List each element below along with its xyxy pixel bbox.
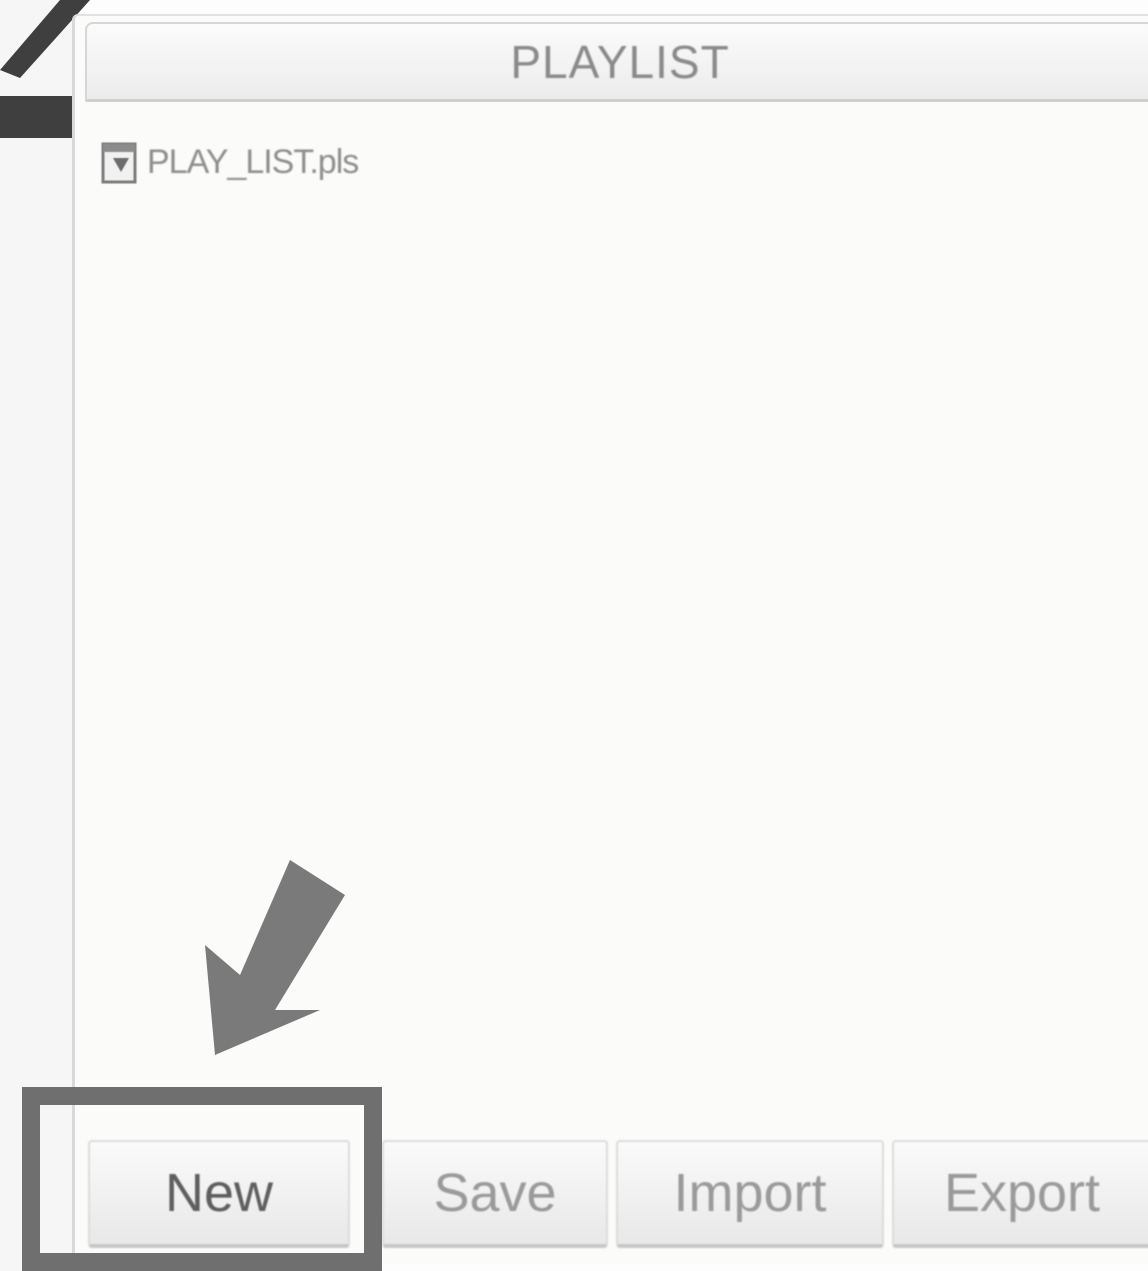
playlist-panel: PLAYLIST PLAY_LIST.pls <box>72 14 1148 1264</box>
playlist-screen: PLAYLIST PLAY_LIST.pls New Save Import E… <box>0 0 1148 1271</box>
playlist-list[interactable]: PLAY_LIST.pls <box>85 110 1148 1130</box>
playlist-button-bar: New Save Import Export <box>88 1140 1148 1260</box>
left-background-strip <box>0 0 80 1271</box>
playlist-title: PLAYLIST <box>510 35 730 88</box>
playlist-file-name: PLAY_LIST.pls <box>147 142 359 181</box>
button-divider <box>368 1146 370 1246</box>
list-item[interactable]: PLAY_LIST.pls <box>99 138 359 186</box>
playlist-file-icon <box>99 138 143 186</box>
import-button[interactable]: Import <box>616 1140 884 1248</box>
export-button[interactable]: Export <box>892 1140 1148 1248</box>
new-button[interactable]: New <box>88 1140 350 1248</box>
save-button[interactable]: Save <box>382 1140 608 1248</box>
playlist-header: PLAYLIST <box>85 22 1148 102</box>
